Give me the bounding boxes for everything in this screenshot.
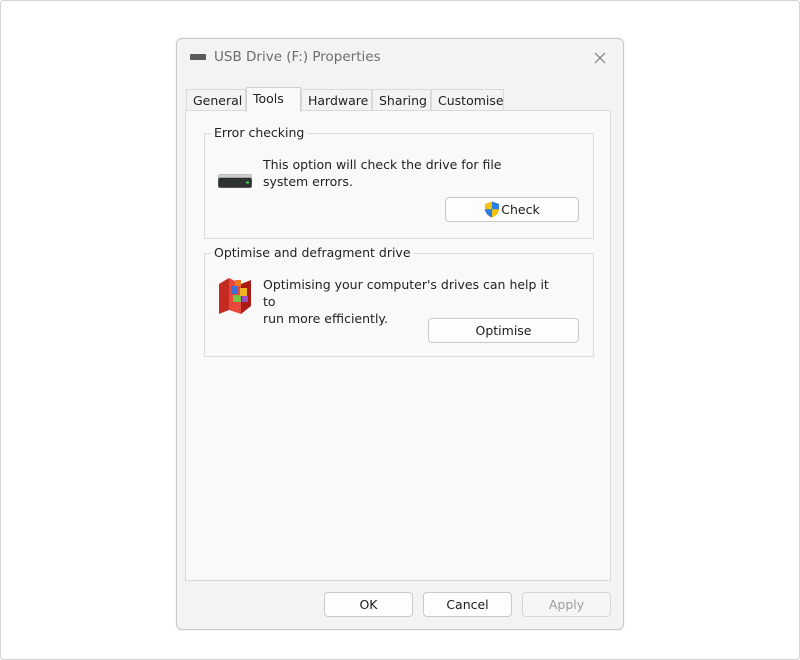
close-icon — [594, 52, 606, 64]
hard-drive-icon — [218, 174, 252, 188]
uac-shield-icon — [485, 201, 500, 218]
description-line: This option will check the drive for fil… — [263, 157, 502, 172]
tab-customise[interactable]: Customise — [431, 89, 504, 110]
error-checking-group: Error checking This option will check th… — [204, 125, 594, 239]
tab-tools[interactable]: Tools — [246, 87, 301, 112]
error-checking-legend: Error checking — [211, 125, 308, 140]
tools-tab-panel: Error checking This option will check th… — [185, 110, 611, 581]
cancel-button[interactable]: Cancel — [423, 592, 512, 617]
title-bar[interactable]: USB Drive (F:) Properties — [177, 39, 623, 77]
ok-button[interactable]: OK — [324, 592, 413, 617]
ok-button-label: OK — [359, 597, 378, 612]
optimise-button[interactable]: Optimise — [428, 318, 579, 343]
error-checking-description: This option will check the drive for fil… — [263, 156, 553, 190]
properties-dialog: USB Drive (F:) Properties General Tools … — [176, 38, 624, 630]
usb-drive-icon — [190, 54, 206, 60]
description-line: system errors. — [263, 174, 353, 189]
tab-label: General — [193, 93, 243, 108]
apply-button[interactable]: Apply — [522, 592, 611, 617]
tab-sharing[interactable]: Sharing — [372, 89, 431, 110]
defragment-icon — [219, 278, 251, 314]
apply-button-label: Apply — [548, 597, 585, 612]
tab-label: Hardware — [308, 93, 369, 108]
tab-label: Sharing — [379, 93, 427, 108]
window-title: USB Drive (F:) Properties — [214, 49, 381, 65]
description-line: Optimising your computer's drives can he… — [263, 277, 549, 309]
check-button[interactable]: Check — [445, 197, 579, 222]
optimise-group: Optimise and defragment drive Optimising… — [204, 245, 594, 357]
cancel-button-label: Cancel — [446, 597, 489, 612]
tab-label: Customise — [438, 93, 504, 108]
check-button-label: Check — [501, 202, 540, 217]
optimise-legend: Optimise and defragment drive — [211, 245, 414, 260]
optimise-button-label: Optimise — [475, 323, 532, 338]
tab-general[interactable]: General — [186, 89, 246, 110]
close-button[interactable] — [585, 45, 615, 71]
tab-label: Tools — [253, 91, 284, 106]
tab-hardware[interactable]: Hardware — [301, 89, 372, 110]
